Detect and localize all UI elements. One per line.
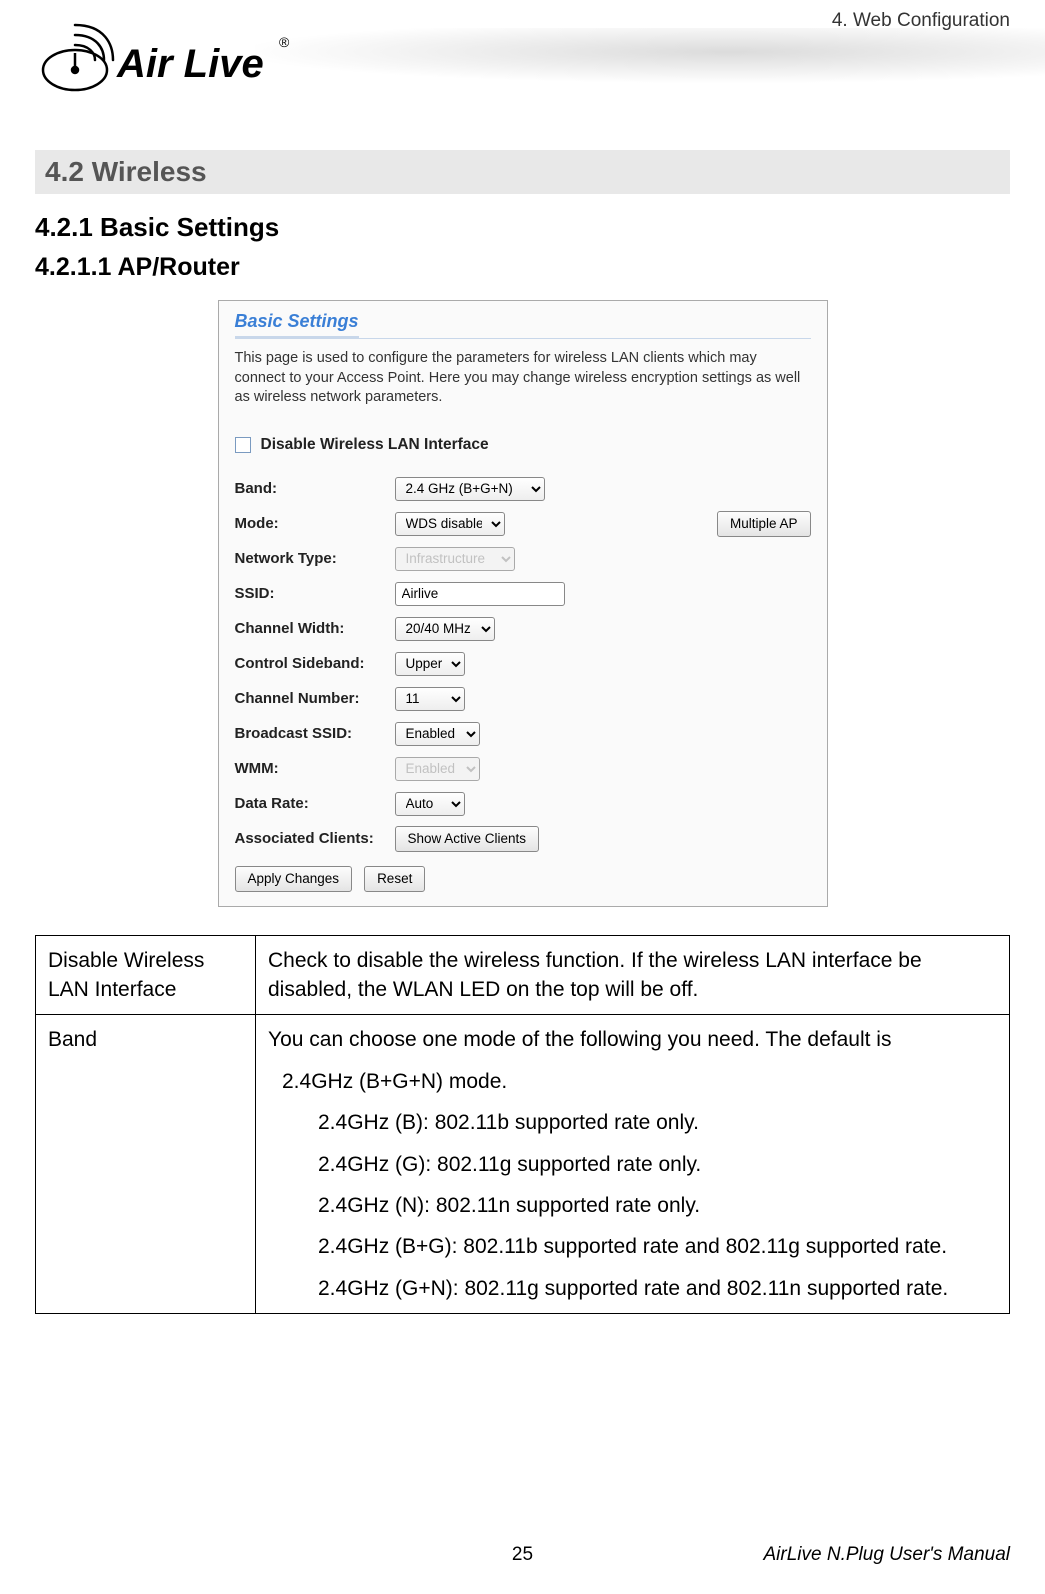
panel-title-underline — [235, 338, 811, 339]
mode-item: 2.4GHz (N): 802.11n supported rate only. — [318, 1191, 997, 1220]
row-desc: Check to disable the wireless function. … — [256, 935, 1010, 1015]
reset-button[interactable]: Reset — [364, 866, 425, 892]
section-title: 4.2 Wireless — [35, 150, 1010, 194]
control-sideband-label: Control Sideband: — [235, 655, 395, 672]
description-table: Disable Wireless LAN Interface Check to … — [35, 935, 1010, 1315]
channel-width-label: Channel Width: — [235, 620, 395, 637]
disable-wlan-checkbox[interactable] — [235, 437, 251, 453]
broadcast-ssid-select[interactable]: Enabled — [395, 722, 480, 746]
assoc-clients-label: Associated Clients: — [235, 830, 395, 847]
row-desc: You can choose one mode of the following… — [256, 1015, 1010, 1314]
manual-name: AirLive N.Plug User's Manual — [764, 1544, 1011, 1566]
apply-changes-button[interactable]: Apply Changes — [235, 866, 353, 892]
mode-item: 2.4GHz (G): 802.11g supported rate only. — [318, 1150, 997, 1179]
show-active-clients-button[interactable]: Show Active Clients — [395, 826, 540, 852]
mode-item: 2.4GHz (B+G): 802.11b supported rate and… — [318, 1232, 997, 1261]
header-swoosh — [255, 28, 1045, 88]
panel-title: Basic Settings — [235, 311, 359, 338]
airlive-logo: Air Live ® — [35, 15, 295, 100]
subsection-title: 4.2.1 Basic Settings — [35, 212, 1010, 243]
row-label: Band — [36, 1015, 256, 1314]
default-mode: 2.4GHz (B+G+N) mode. — [282, 1067, 997, 1096]
ssid-input[interactable] — [395, 582, 565, 606]
desc-intro: You can choose one mode of the following… — [268, 1025, 997, 1054]
subsubsection-title: 4.2.1.1 AP/Router — [35, 253, 1010, 282]
breadcrumb: 4. Web Configuration — [832, 10, 1010, 32]
data-rate-select[interactable]: Auto — [395, 792, 465, 816]
network-type-select: Infrastructure — [395, 547, 515, 571]
svg-text:®: ® — [279, 34, 290, 50]
mode-select[interactable]: WDS disable — [395, 512, 505, 536]
network-type-label: Network Type: — [235, 550, 395, 567]
settings-screenshot: Basic Settings This page is used to conf… — [218, 300, 828, 907]
wmm-select: Enabled — [395, 757, 480, 781]
band-select[interactable]: 2.4 GHz (B+G+N) — [395, 477, 545, 501]
ssid-label: SSID: — [235, 585, 395, 602]
disable-wlan-label: Disable Wireless LAN Interface — [261, 436, 489, 454]
table-row: Band You can choose one mode of the foll… — [36, 1015, 1010, 1314]
broadcast-ssid-label: Broadcast SSID: — [235, 725, 395, 742]
mode-label: Mode: — [235, 515, 395, 532]
panel-intro: This page is used to configure the param… — [235, 349, 811, 408]
channel-number-label: Channel Number: — [235, 690, 395, 707]
mode-item: 2.4GHz (G+N): 802.11g supported rate and… — [318, 1274, 997, 1303]
row-label: Disable Wireless LAN Interface — [36, 935, 256, 1015]
data-rate-label: Data Rate: — [235, 795, 395, 812]
mode-item: 2.4GHz (B): 802.11b supported rate only. — [318, 1108, 997, 1137]
channel-width-select[interactable]: 20/40 MHz — [395, 617, 495, 641]
table-row: Disable Wireless LAN Interface Check to … — [36, 935, 1010, 1015]
channel-number-select[interactable]: 11 — [395, 687, 465, 711]
wmm-label: WMM: — [235, 760, 395, 777]
band-label: Band: — [235, 480, 395, 497]
svg-text:Air Live: Air Live — [116, 42, 264, 86]
multiple-ap-button[interactable]: Multiple AP — [717, 511, 811, 537]
control-sideband-select[interactable]: Upper — [395, 652, 465, 676]
